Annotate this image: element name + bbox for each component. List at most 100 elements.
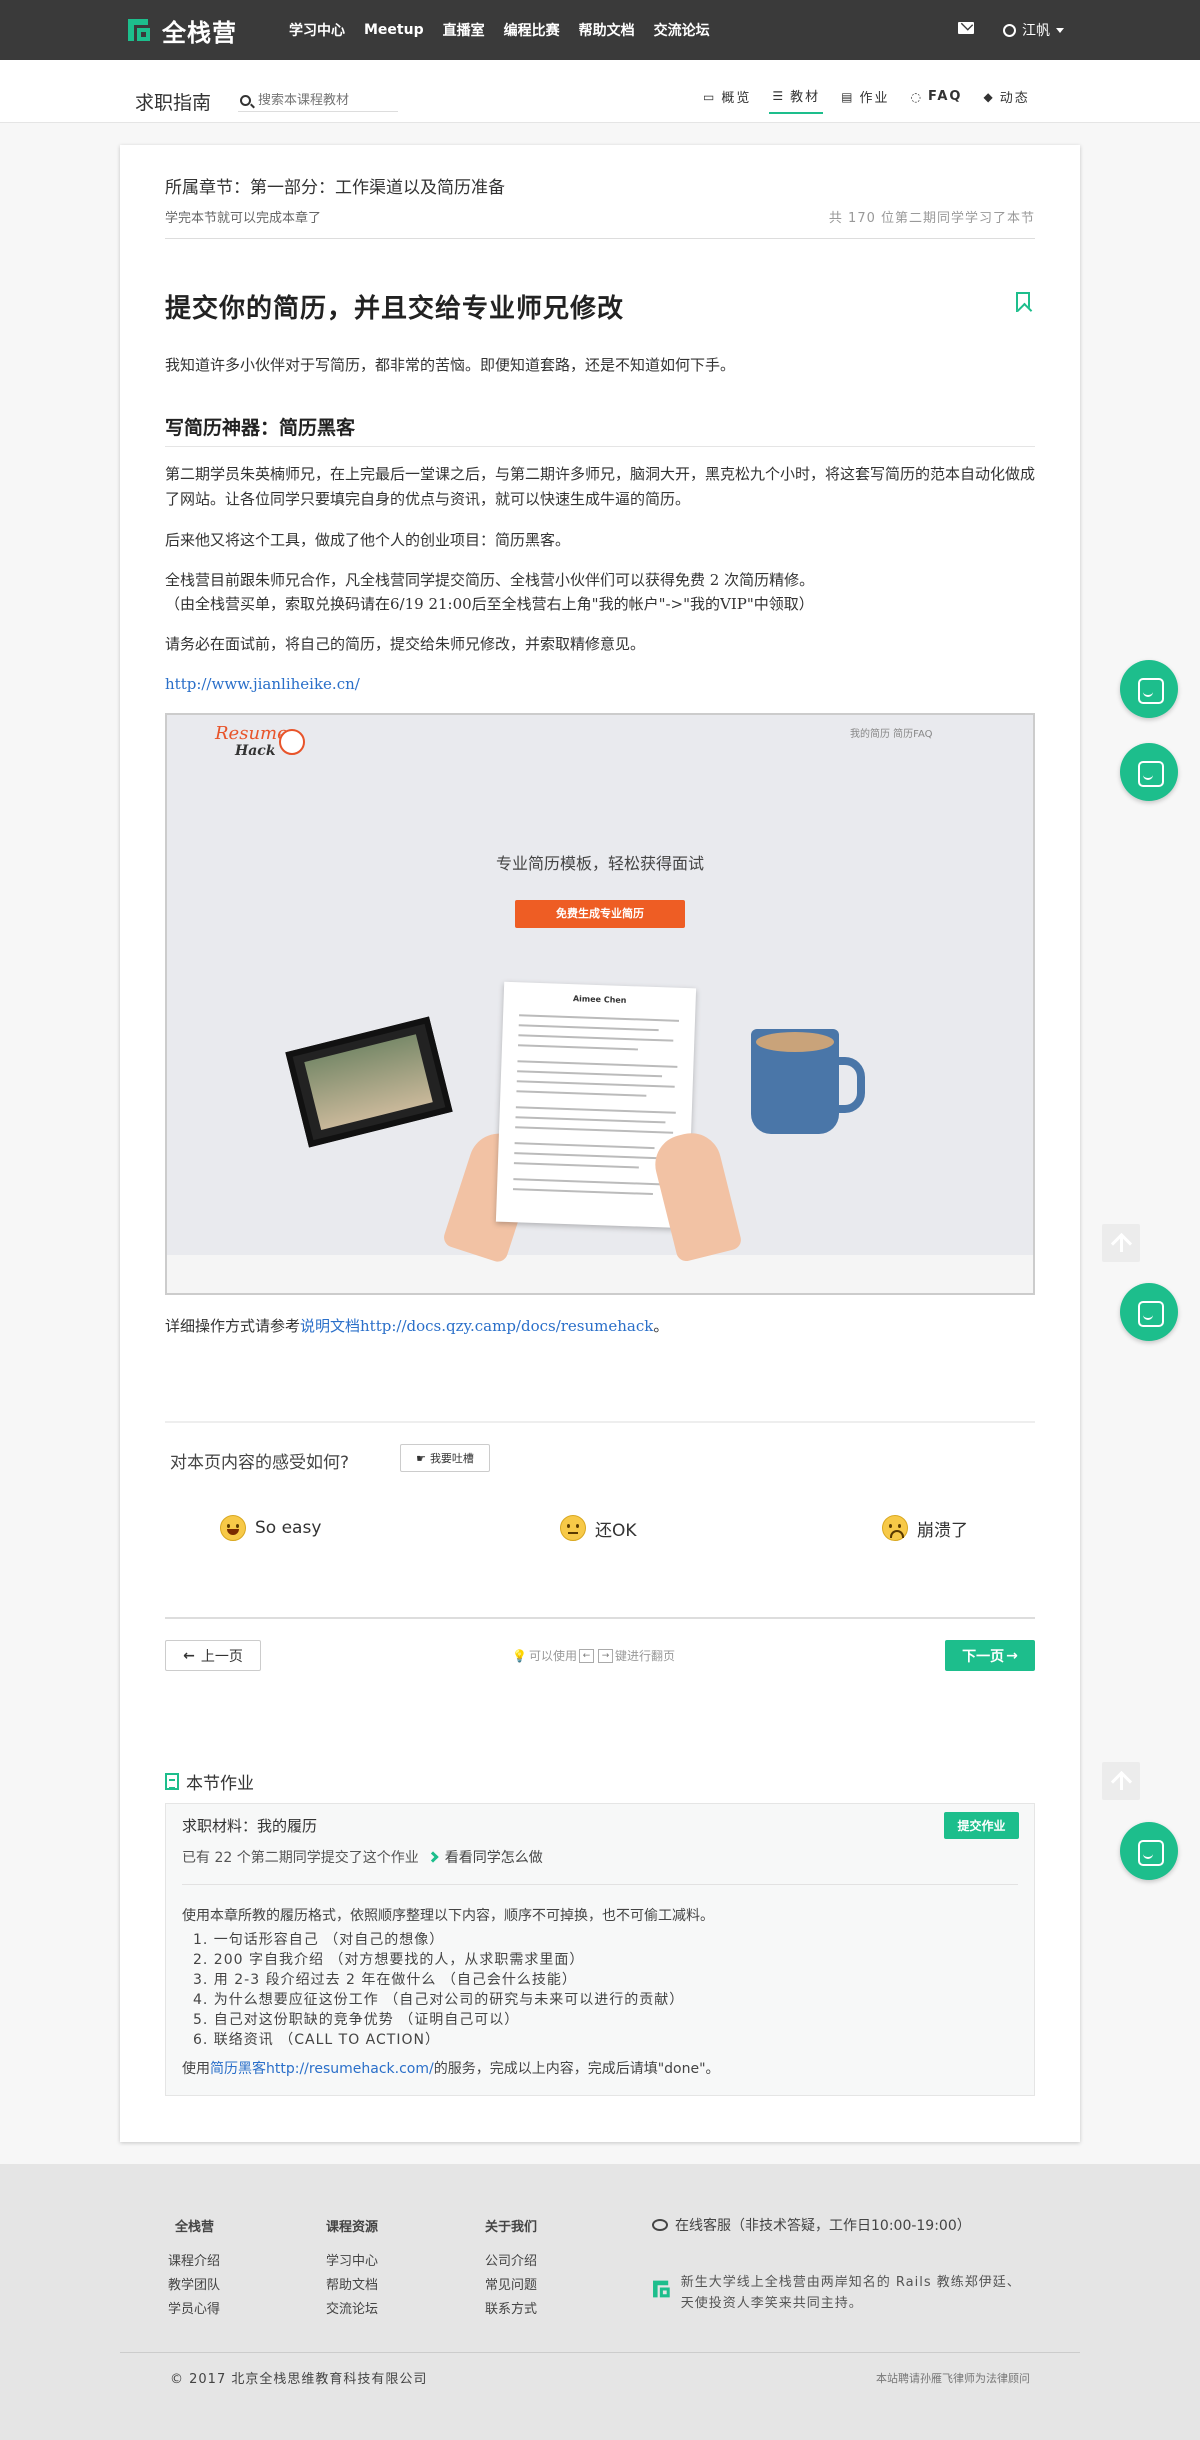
- mail-icon[interactable]: [958, 22, 974, 34]
- see-classmates-link[interactable]: 看看同学怎么做: [427, 1847, 543, 1867]
- footer-intro-text: 新生大学线上全栈营由两岸知名的 Rails 教练郑伊廷、天使投资人李笑来共同主持…: [680, 2275, 1021, 2311]
- homework-list: 1. 一句话形容自己 （对自己的想像） 2. 200 字自我介绍 （对方想要找的…: [193, 1930, 684, 2050]
- logo-mark-icon: [128, 19, 150, 41]
- chat-fab-icon[interactable]: [1120, 1283, 1178, 1341]
- graduation-photo-frame: [285, 1016, 453, 1148]
- resume-line: [514, 1142, 655, 1150]
- resumehack-link[interactable]: http://www.jianliheike.cn/: [165, 672, 1035, 697]
- footer-col-camp: 全栈营 课程介绍 教学团队 学员心得: [168, 2216, 220, 2322]
- tab-faq-label: FAQ: [927, 89, 963, 104]
- right-hand-image: [648, 1126, 744, 1264]
- logo-mark-icon: [653, 2280, 670, 2298]
- divider: [165, 238, 1035, 239]
- tab-homework[interactable]: ▤ 作业: [838, 86, 892, 114]
- resumehack-slogan: 专业简历模板，轻松获得面试: [495, 854, 704, 873]
- arrow-right-icon: →: [1006, 1647, 1018, 1664]
- user-name: 江帆: [1022, 23, 1050, 39]
- resumehack-screenshot: Resume Hack 我的简历 简历FAQ 专业简历模板，轻松获得面试 免费生…: [165, 713, 1035, 1295]
- footer-link[interactable]: 交流论坛: [326, 2298, 378, 2322]
- end-suffix: 的服务，完成以上内容，完成后请填"done"。: [433, 2061, 720, 2077]
- hint-prefix: 可以使用: [528, 1649, 577, 1663]
- legal-advisor-note: 本站聘请孙雁飞律师为法律顾问: [876, 2372, 1030, 2385]
- footer-link[interactable]: 学员心得: [168, 2298, 220, 2322]
- crying-face-icon: [882, 1515, 908, 1541]
- next-page-button[interactable]: 下一页 →: [945, 1640, 1035, 1671]
- complain-button[interactable]: ☛ 我要吐槽: [400, 1444, 490, 1472]
- resume-line: [515, 1116, 666, 1124]
- tab-material[interactable]: ☰ 教材: [769, 86, 824, 114]
- footer-col-title: 课程资源: [326, 2220, 379, 2235]
- resume-line: [518, 1024, 659, 1032]
- resumehack-logo-bottom: Hack: [235, 743, 276, 759]
- resumehack-service-link[interactable]: 简历黑客http://resumehack.com/: [210, 2061, 434, 2077]
- list-icon: ☰: [772, 88, 786, 103]
- hint-suffix: 键进行翻页: [614, 1649, 675, 1663]
- resume-line: [513, 1178, 669, 1186]
- back-to-top-icon[interactable]: [1102, 1224, 1140, 1262]
- neutral-face-icon: [560, 1515, 586, 1541]
- nav-contest[interactable]: 编程比赛: [504, 20, 560, 40]
- footer-link[interactable]: 公司介绍: [485, 2250, 537, 2274]
- footer-link[interactable]: 常见问题: [485, 2274, 537, 2298]
- tab-faq[interactable]: ◌ FAQ: [908, 86, 966, 114]
- tab-activity-label: 动态: [999, 91, 1030, 106]
- search-icon: [240, 94, 251, 106]
- submit-homework-button[interactable]: 提交作业: [944, 1812, 1019, 1839]
- footer-link[interactable]: 教学团队: [168, 2274, 220, 2298]
- list-item: 5. 自己对这份职缺的竞争优势 （证明自己可以）: [193, 2012, 520, 2028]
- rating-so-easy[interactable]: So easy: [220, 1515, 321, 1541]
- chapter-subtitle: 学完本节就可以完成本章了: [165, 211, 322, 226]
- nav-meetup[interactable]: Meetup: [364, 22, 424, 38]
- back-to-top-icon[interactable]: [1102, 1762, 1140, 1800]
- pointing-hand-icon: ☛: [416, 1451, 426, 1465]
- divider: [165, 1617, 1035, 1619]
- resume-line: [512, 1188, 653, 1196]
- nav-help-docs[interactable]: 帮助文档: [579, 20, 635, 40]
- resume-line: [516, 1080, 675, 1088]
- chat-fab-icon[interactable]: [1120, 660, 1178, 718]
- footer-link[interactable]: 课程介绍: [168, 2250, 220, 2274]
- resume-line: [516, 1090, 647, 1097]
- chat-fab-icon[interactable]: [1120, 1822, 1178, 1880]
- online-support[interactable]: 在线客服（非技术答疑，工作日10:00-19:00）: [652, 2215, 971, 2235]
- brand-logo[interactable]: 全栈营: [124, 14, 237, 47]
- grinning-face-icon: [220, 1515, 246, 1541]
- footer-link[interactable]: 联系方式: [485, 2298, 537, 2322]
- prev-page-button[interactable]: ← 上一页: [165, 1640, 261, 1671]
- detail-line: 详细操作方式请参考说明文档http://docs.qzy.camp/docs/r…: [165, 1315, 668, 1336]
- nav-live-room[interactable]: 直播室: [443, 20, 485, 40]
- resume-line: [515, 1106, 676, 1114]
- rating-ok[interactable]: 还OK: [560, 1515, 637, 1541]
- right-key-icon: →: [597, 1648, 613, 1663]
- resume-line: [518, 1044, 638, 1051]
- copyright: © 2017 北京全栈思维教育科技有限公司: [170, 2372, 428, 2387]
- footer-link[interactable]: 学习中心: [326, 2250, 378, 2274]
- nav-learning-center[interactable]: 学习中心: [289, 20, 345, 40]
- homework-submissions: 已有 22 个第二期同学提交了这个作业 看看同学怎么做: [182, 1847, 543, 1867]
- document-icon: ▤: [841, 89, 855, 104]
- tab-overview-label: 概览: [721, 91, 752, 106]
- search-input[interactable]: [258, 92, 393, 108]
- paragraph-3a: 全栈营目前跟朱师兄合作，凡全栈营同学提交简历、全栈营小伙伴们可以获得免费 2 次…: [165, 571, 815, 589]
- chat-fab-icon[interactable]: [1120, 743, 1178, 801]
- docs-link[interactable]: 说明文档http://docs.qzy.camp/docs/resumehack: [300, 1317, 653, 1335]
- homework-count: 已有 22 个第二期同学提交了这个作业: [182, 1850, 419, 1866]
- nav-forum[interactable]: 交流论坛: [654, 20, 710, 40]
- course-title: 求职指南: [135, 92, 212, 114]
- tab-homework-label: 作业: [859, 91, 890, 106]
- bookmark-icon[interactable]: [1016, 292, 1030, 312]
- user-menu[interactable]: 江帆: [1003, 20, 1064, 40]
- tab-activity[interactable]: ◆ 动态: [981, 86, 1033, 114]
- chat-bubble-icon: [652, 2219, 668, 2231]
- end-prefix: 使用: [182, 2061, 210, 2077]
- chapter-learner-count: 共 170 位第二期同学学习了本节: [828, 211, 1035, 226]
- paragraph-1: 第二期学员朱英楠师兄，在上完最后一堂课之后，与第二期许多师兄，脑洞大开，黑克松九…: [165, 465, 1036, 508]
- screenshot-bottom-band: [167, 1255, 1033, 1293]
- footer-link[interactable]: 帮助文档: [326, 2274, 378, 2298]
- tab-overview[interactable]: ▭ 概览: [700, 86, 754, 114]
- arrow-left-icon: ←: [183, 1647, 195, 1664]
- chevron-right-icon: [427, 1851, 439, 1863]
- rating-collapse[interactable]: 崩溃了: [882, 1515, 968, 1541]
- homework-intro: 使用本章所教的履历格式，依照顺序整理以下内容，顺序不可掉换，也不可偷工减料。: [182, 1908, 714, 1924]
- resume-line: [517, 1070, 663, 1078]
